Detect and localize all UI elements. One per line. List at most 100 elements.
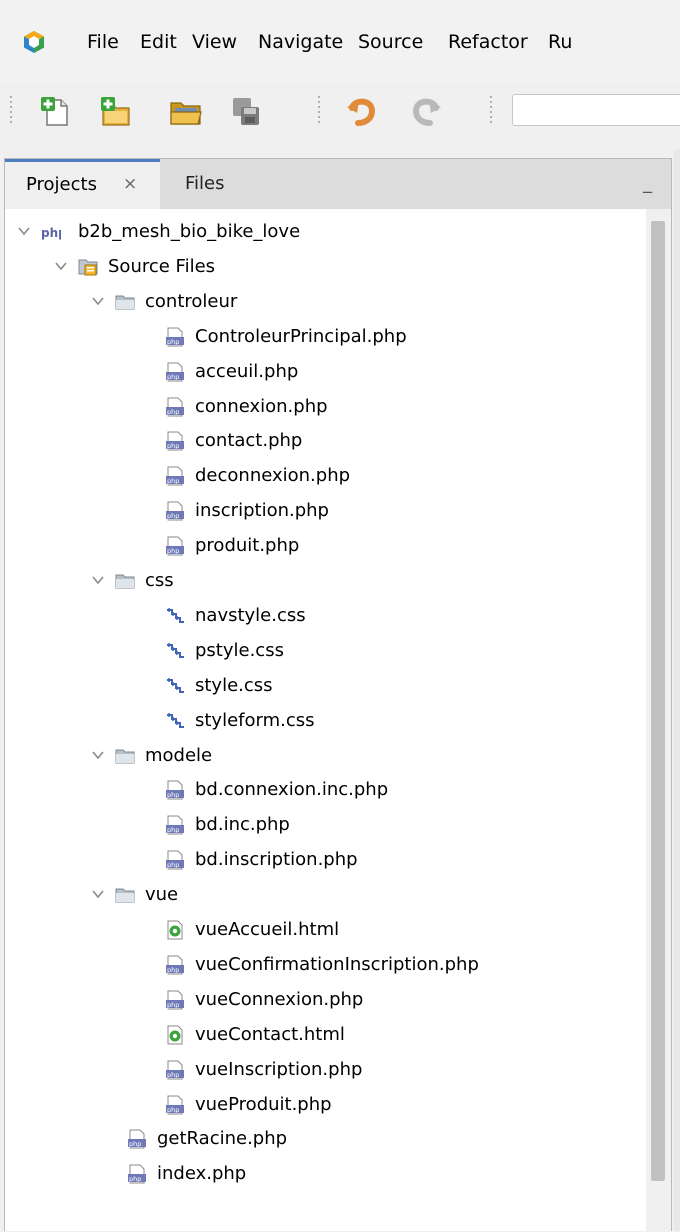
tree-node-file[interactable]: php bd.connexion.inc.php: [5, 774, 645, 808]
svg-text:php: php: [41, 226, 61, 240]
redo-button[interactable]: [408, 94, 444, 130]
svg-text:php: php: [167, 373, 179, 381]
project-tree: php b2b_mesh_bio_bike_love Source Files con…: [5, 209, 645, 1232]
php-file-icon: php: [165, 1060, 185, 1080]
toolbar-grip[interactable]: [10, 96, 12, 126]
scrollbar-thumb[interactable]: [651, 221, 665, 1181]
expand-caret-icon[interactable]: [17, 223, 31, 237]
php-file-icon: php: [165, 397, 185, 417]
new-file-icon: [41, 97, 68, 126]
tree-node-folder[interactable]: css: [5, 565, 645, 599]
tree-node-label: bd.inc.php: [195, 814, 290, 836]
menu-view[interactable]: View: [192, 30, 237, 54]
css-file-icon: [165, 711, 185, 731]
tree-node-file[interactable]: php deconnexion.php: [5, 460, 645, 494]
php-file-icon: php: [165, 501, 185, 521]
svg-text:php: php: [129, 1140, 141, 1148]
svg-text:php: php: [167, 338, 179, 346]
expand-caret-icon[interactable]: [91, 572, 105, 586]
toolbar-grip[interactable]: [490, 96, 492, 126]
tree-node-label: ControleurPrincipal.php: [195, 325, 407, 347]
tree-node-file[interactable]: php contact.php: [5, 425, 645, 459]
php-file-icon: php: [127, 1164, 147, 1184]
tree-node-file[interactable]: php getRacine.php: [5, 1123, 645, 1157]
tree-node-folder[interactable]: php b2b_mesh_bio_bike_love: [5, 216, 645, 250]
php-file-icon: php: [165, 850, 185, 870]
menu-source[interactable]: Source: [358, 30, 423, 54]
folder-icon: [115, 746, 135, 766]
toolbar: [0, 82, 680, 144]
tree-node-label: vueInscription.php: [195, 1058, 363, 1080]
tree-node-file[interactable]: php vueConnexion.php: [5, 984, 645, 1018]
tree-node-label: vueConfirmationInscription.php: [195, 953, 479, 975]
redo-icon: [412, 98, 441, 126]
tree-node-folder[interactable]: controleur: [5, 286, 645, 320]
tab-projects[interactable]: Projects ×: [5, 159, 160, 209]
toolbar-grip[interactable]: [318, 96, 320, 126]
tree-node-label: styleform.css: [195, 709, 315, 731]
new-file-button[interactable]: [38, 94, 74, 130]
menu-refactor[interactable]: Refactor: [448, 30, 528, 54]
tree-node-file[interactable]: php produit.php: [5, 530, 645, 564]
new-project-button[interactable]: [98, 94, 134, 130]
tree-node-file[interactable]: php bd.inc.php: [5, 809, 645, 843]
php-file-icon: php: [165, 815, 185, 835]
tree-node-folder[interactable]: Source Files: [5, 251, 645, 285]
svg-text:php: php: [167, 791, 179, 799]
php-file-icon: php: [165, 955, 185, 975]
tree-node-file[interactable]: php index.php: [5, 1158, 645, 1192]
php-file-icon: php: [165, 327, 185, 347]
tree-node-file[interactable]: pstyle.css: [5, 635, 645, 669]
editor-edge: [674, 150, 680, 1231]
new-project-icon: [101, 97, 130, 126]
expand-caret-icon[interactable]: [91, 886, 105, 900]
svg-text:php: php: [167, 477, 179, 485]
close-tab-icon[interactable]: ×: [123, 174, 137, 194]
folder-icon: [115, 292, 135, 312]
tree-node-file[interactable]: php inscription.php: [5, 495, 645, 529]
tree-node-label: modele: [145, 744, 213, 766]
css-file-icon: [165, 606, 185, 626]
tree-node-folder[interactable]: modele: [5, 740, 645, 774]
svg-text:php: php: [167, 1071, 179, 1079]
expand-caret-icon[interactable]: [91, 293, 105, 307]
save-all-button[interactable]: [228, 94, 264, 130]
menu-navigate[interactable]: Navigate: [258, 30, 343, 54]
css-file-icon: [165, 641, 185, 661]
search-input[interactable]: [512, 94, 680, 126]
tree-node-file[interactable]: php bd.inscription.php: [5, 844, 645, 878]
php-file-icon: php: [165, 536, 185, 556]
tree-node-label: vueAccueil.html: [195, 919, 340, 940]
expand-caret-icon[interactable]: [91, 747, 105, 761]
tree-node-file[interactable]: vueAccueil.html: [5, 914, 645, 948]
tree-node-file[interactable]: navstyle.css: [5, 600, 645, 634]
tree-node-file[interactable]: php connexion.php: [5, 391, 645, 425]
tree-node-label: getRacine.php: [157, 1128, 288, 1150]
menu-edit[interactable]: Edit: [140, 30, 177, 54]
open-project-button[interactable]: [168, 94, 204, 130]
tree-node-label: vue: [145, 884, 179, 906]
tree-node-label: vueContact.html: [195, 1023, 345, 1045]
minimize-window-icon[interactable]: _: [643, 173, 659, 194]
tree-node-file[interactable]: php vueProduit.php: [5, 1089, 645, 1123]
tree-node-file[interactable]: php vueConfirmationInscription.php: [5, 949, 645, 983]
svg-text:php: php: [167, 1106, 179, 1114]
tree-node-file[interactable]: styleform.css: [5, 705, 645, 739]
tree-node-file[interactable]: php ControleurPrincipal.php: [5, 321, 645, 355]
tree-node-label: vueProduit.php: [195, 1093, 332, 1115]
folder-icon: [115, 571, 135, 591]
tree-node-file[interactable]: style.css: [5, 670, 645, 704]
expand-caret-icon[interactable]: [54, 258, 68, 272]
tab-files[interactable]: Files: [185, 173, 225, 194]
tree-node-file[interactable]: php acceuil.php: [5, 356, 645, 390]
svg-text:php: php: [167, 408, 179, 416]
tree-node-file[interactable]: vueContact.html: [5, 1019, 645, 1053]
undo-button[interactable]: [344, 94, 380, 130]
folder-icon: [115, 885, 135, 905]
tree-node-folder[interactable]: vue: [5, 879, 645, 913]
tree-node-file[interactable]: php vueInscription.php: [5, 1054, 645, 1088]
menu-file[interactable]: File: [87, 30, 119, 54]
tree-node-label: contact.php: [195, 430, 303, 452]
menu-run[interactable]: Ru: [548, 30, 572, 54]
php-file-icon: php: [165, 466, 185, 486]
